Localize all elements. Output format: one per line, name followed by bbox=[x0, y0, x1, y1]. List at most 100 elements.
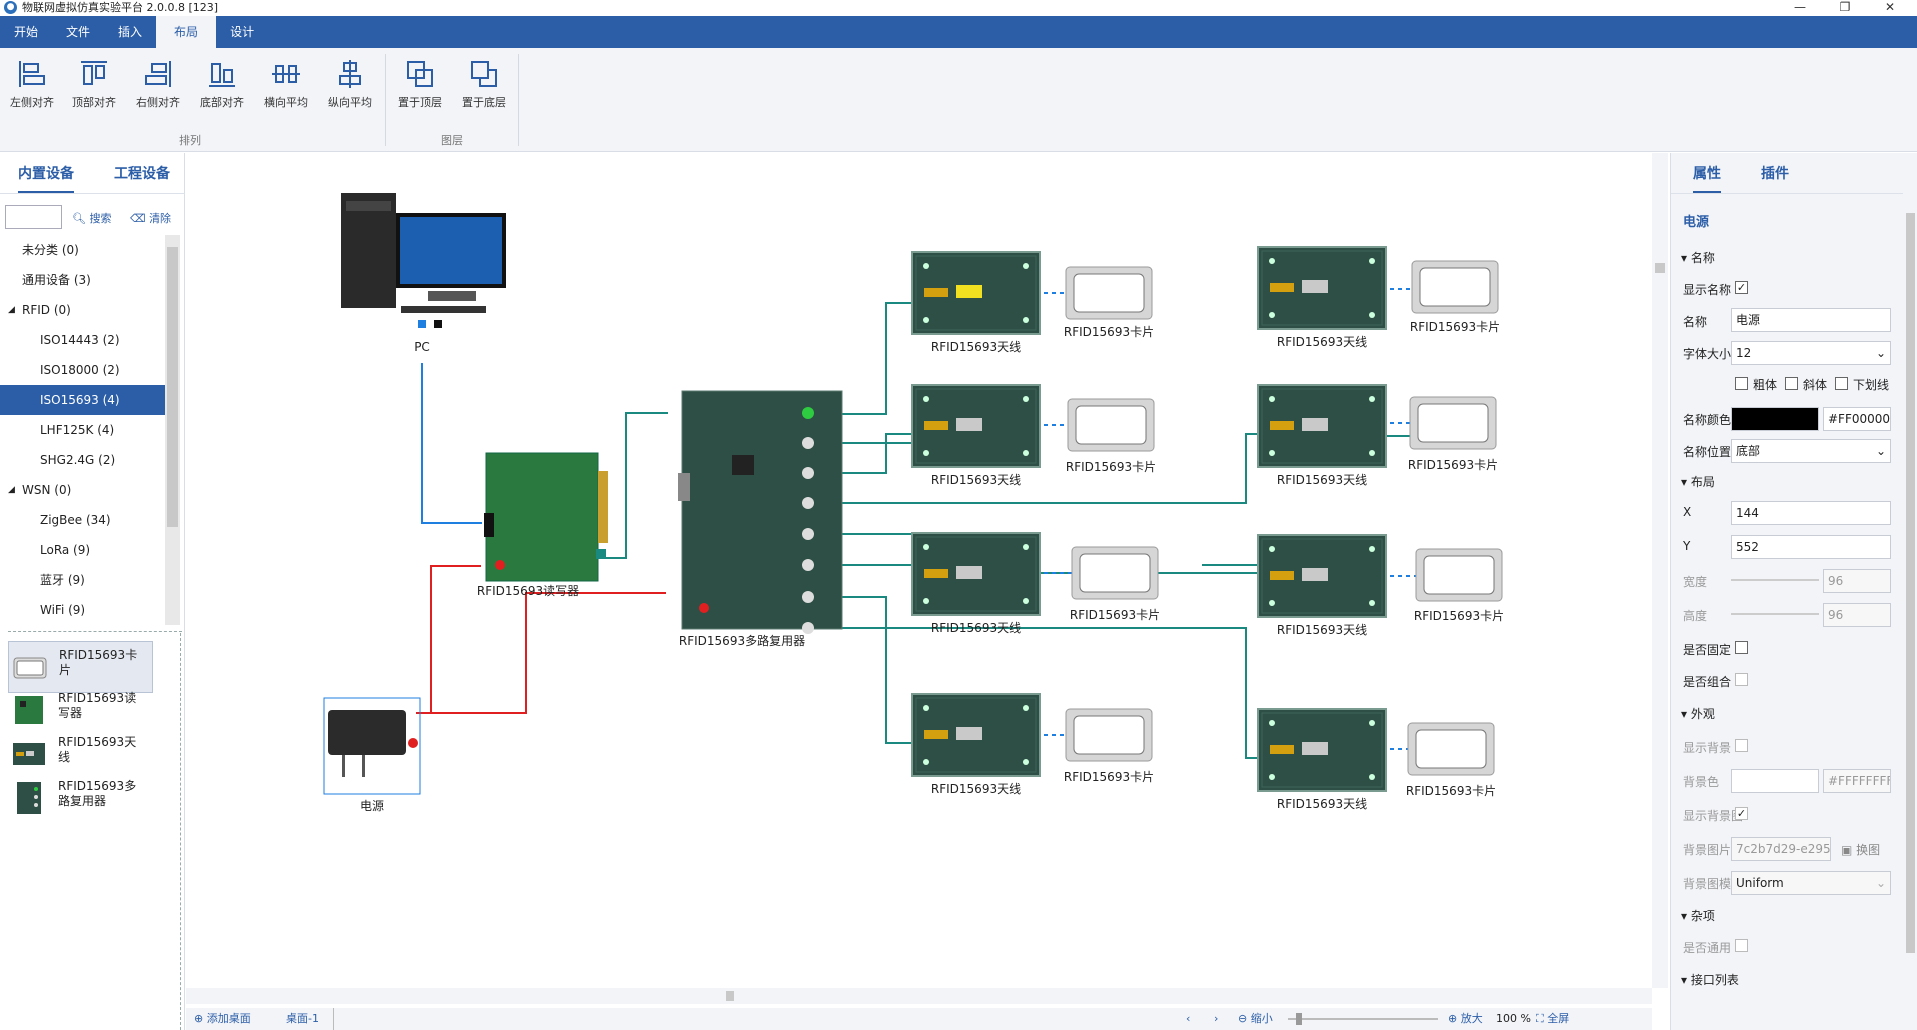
properties-scroll-thumb[interactable] bbox=[1906, 213, 1915, 953]
properties-scrollbar[interactable] bbox=[1903, 153, 1917, 1030]
desktop-tab[interactable]: 桌面-1 bbox=[286, 1008, 334, 1030]
zoom-slider-thumb[interactable] bbox=[1296, 1013, 1302, 1025]
tree-item[interactable]: 未分类 (0) bbox=[0, 235, 165, 265]
antenna-1[interactable] bbox=[911, 251, 1041, 335]
reader-device[interactable]: RFID15693读写器 bbox=[477, 452, 608, 598]
tree-scrollbar[interactable] bbox=[165, 235, 180, 625]
card-8[interactable] bbox=[1407, 722, 1495, 776]
expand-icon[interactable]: ◢ bbox=[8, 295, 15, 325]
expand-icon[interactable]: ◢ bbox=[8, 475, 15, 505]
tree-item[interactable]: LHF125K (4) bbox=[0, 415, 165, 445]
fullscreen-button[interactable]: ⛶ 全屏 bbox=[1536, 1008, 1569, 1030]
clear-button[interactable]: ⌫ 清除 bbox=[130, 210, 171, 226]
underline-checkbox[interactable] bbox=[1835, 377, 1848, 390]
show-name-checkbox[interactable]: ✓ bbox=[1735, 281, 1748, 294]
align-right-button[interactable]: 右侧对齐 bbox=[126, 58, 190, 128]
tree-item[interactable]: 通用设备 (3) bbox=[0, 265, 165, 295]
mux-device[interactable]: RFID15693多路复用器 bbox=[678, 390, 843, 648]
section-misc[interactable]: ▾ 杂项 bbox=[1681, 907, 1715, 924]
align-top-button[interactable]: 顶部对齐 bbox=[62, 58, 126, 128]
pc-device[interactable]: PC bbox=[341, 193, 506, 354]
device-palette-item[interactable]: RFID15693多路复用器 bbox=[8, 773, 153, 825]
fixed-checkbox[interactable] bbox=[1735, 641, 1748, 654]
power-device[interactable]: 电源 bbox=[323, 697, 421, 813]
distribute-horizontal-button[interactable]: 横向平均 bbox=[254, 58, 318, 128]
antenna-5[interactable] bbox=[1257, 246, 1387, 330]
y-input[interactable]: 552 bbox=[1731, 535, 1891, 559]
tree-item[interactable]: ISO15693 (4) bbox=[0, 385, 165, 415]
tree-item[interactable]: SHG2.4G (2) bbox=[0, 445, 165, 475]
send-to-back-button[interactable]: 置于底层 bbox=[452, 58, 516, 128]
tab-plugins[interactable]: 插件 bbox=[1761, 163, 1789, 183]
tree-item[interactable]: 蓝牙 (9) bbox=[0, 565, 165, 595]
card-3[interactable] bbox=[1071, 546, 1159, 600]
menu-insert[interactable]: 插入 bbox=[104, 16, 156, 48]
next-page-icon[interactable]: › bbox=[1214, 1008, 1218, 1030]
tree-item[interactable]: ISO14443 (2) bbox=[0, 325, 165, 355]
font-size-select[interactable]: 12 ⌄ bbox=[1731, 341, 1891, 365]
canvas-hscroll-thumb[interactable] bbox=[726, 991, 734, 1001]
antenna-2[interactable] bbox=[911, 384, 1041, 468]
x-input[interactable]: 144 bbox=[1731, 501, 1891, 525]
section-ports[interactable]: ▾ 接口列表 bbox=[1681, 971, 1739, 988]
show-bg-checkbox[interactable] bbox=[1735, 739, 1748, 752]
search-input[interactable] bbox=[5, 205, 62, 229]
height-input[interactable]: 96 bbox=[1823, 603, 1891, 627]
general-checkbox[interactable] bbox=[1735, 939, 1748, 952]
width-slider[interactable] bbox=[1731, 579, 1819, 581]
bg-color-swatch[interactable] bbox=[1731, 769, 1819, 793]
antenna-7[interactable] bbox=[1257, 534, 1387, 618]
tab-builtin-devices[interactable]: 内置设备 bbox=[18, 163, 74, 193]
bg-image-input[interactable]: 7c2b7d29-e295- bbox=[1731, 837, 1831, 861]
distribute-vertical-button[interactable]: 纵向平均 bbox=[318, 58, 382, 128]
card-2[interactable] bbox=[1067, 398, 1155, 452]
align-bottom-button[interactable]: 底部对齐 bbox=[190, 58, 254, 128]
tree-item[interactable]: ◢ RFID (0) bbox=[0, 295, 165, 325]
height-slider[interactable] bbox=[1731, 613, 1819, 615]
menu-design[interactable]: 设计 bbox=[216, 16, 268, 48]
zoom-out-button[interactable]: ⊖ 缩小 bbox=[1238, 1008, 1273, 1030]
canvas-vscroll-thumb[interactable] bbox=[1655, 263, 1665, 273]
zoom-in-button[interactable]: ⊕ 放大 bbox=[1448, 1008, 1483, 1030]
name-input[interactable]: 电源 bbox=[1731, 308, 1891, 332]
card-6[interactable] bbox=[1409, 396, 1497, 450]
antenna-3[interactable] bbox=[911, 532, 1041, 616]
name-color-input[interactable]: #FF000000 bbox=[1823, 407, 1891, 431]
group-checkbox[interactable] bbox=[1735, 673, 1748, 686]
tree-item[interactable]: ◢ WSN (0) bbox=[0, 475, 165, 505]
card-7[interactable] bbox=[1415, 548, 1503, 602]
name-color-swatch[interactable] bbox=[1731, 407, 1819, 431]
antenna-8[interactable] bbox=[1257, 708, 1387, 792]
menu-file[interactable]: 文件 bbox=[52, 16, 104, 48]
zoom-slider[interactable] bbox=[1288, 1013, 1438, 1025]
change-image-button[interactable]: ▣ 换图 bbox=[1841, 841, 1880, 858]
bg-color-input[interactable]: #FFFFFFFF bbox=[1823, 769, 1891, 793]
card-4[interactable] bbox=[1065, 708, 1153, 762]
width-input[interactable]: 96 bbox=[1823, 569, 1891, 593]
card-5[interactable] bbox=[1411, 260, 1499, 314]
section-layout[interactable]: ▾ 布局 bbox=[1681, 473, 1715, 490]
canvas-vscroll[interactable] bbox=[1652, 153, 1668, 988]
bg-image-mode-select[interactable]: Uniform ⌄ bbox=[1731, 871, 1891, 895]
antenna-6[interactable] bbox=[1257, 384, 1387, 468]
restore-button[interactable]: ❐ bbox=[1825, 0, 1865, 16]
prev-page-icon[interactable]: ‹ bbox=[1186, 1008, 1190, 1030]
tree-scroll-thumb[interactable] bbox=[167, 247, 178, 527]
name-position-select[interactable]: 底部 ⌄ bbox=[1731, 439, 1891, 463]
align-left-button[interactable]: 左侧对齐 bbox=[0, 58, 64, 128]
add-desktop-button[interactable]: ⊕ 添加桌面 bbox=[194, 1008, 251, 1030]
card-1[interactable] bbox=[1065, 266, 1153, 320]
section-appearance[interactable]: ▾ 外观 bbox=[1681, 705, 1715, 722]
menu-layout[interactable]: 布局 bbox=[156, 16, 217, 48]
minimize-button[interactable]: — bbox=[1780, 0, 1820, 16]
tab-project-devices[interactable]: 工程设备 bbox=[114, 163, 170, 183]
antenna-4[interactable] bbox=[911, 693, 1041, 777]
show-bg-image-checkbox[interactable]: ✓ bbox=[1735, 807, 1748, 820]
close-button[interactable]: ✕ bbox=[1870, 0, 1910, 16]
tree-item[interactable]: WiFi (9) bbox=[0, 595, 165, 625]
canvas-hscroll[interactable] bbox=[186, 988, 1652, 1004]
bring-to-front-button[interactable]: 置于顶层 bbox=[388, 58, 452, 128]
tree-item[interactable]: LoRa (9) bbox=[0, 535, 165, 565]
tab-properties[interactable]: 属性 bbox=[1693, 163, 1721, 193]
menu-start[interactable]: 开始 bbox=[0, 16, 52, 48]
